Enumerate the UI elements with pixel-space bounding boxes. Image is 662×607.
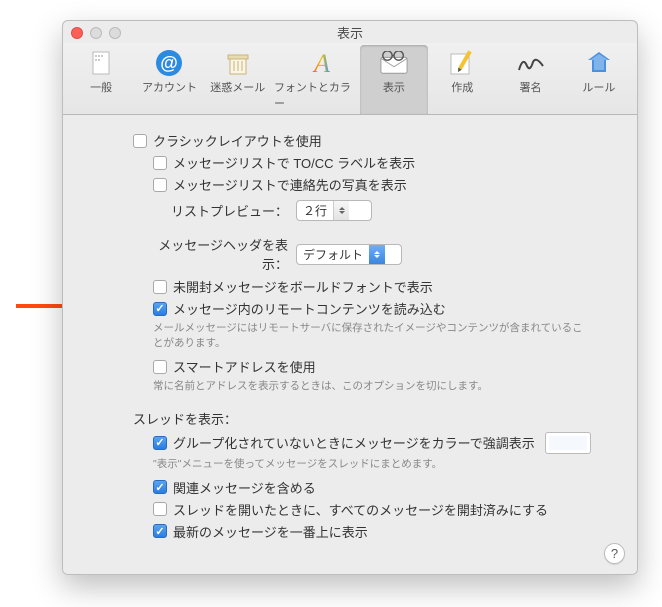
label: 最新のメッセージを一番上に表示: [173, 522, 368, 541]
viewing-icon: [380, 49, 408, 77]
compose-icon: [448, 49, 476, 77]
thread-header: スレッドを表示：: [133, 409, 237, 428]
tab-viewing[interactable]: 表示: [360, 45, 428, 114]
tab-accounts[interactable]: @ アカウント: [135, 45, 203, 114]
option-contact-photo: メッセージリストで連絡先の写真を表示: [153, 175, 617, 194]
help-icon: ?: [611, 546, 618, 561]
at-icon: @: [155, 49, 183, 77]
select-value: デフォルト: [303, 246, 363, 263]
tab-label: ルール: [582, 79, 615, 95]
label: メッセージリストで TO/CC ラベルを表示: [173, 153, 415, 172]
option-tocc-label: メッセージリストで TO/CC ラベルを表示: [153, 153, 617, 172]
tab-label: 表示: [383, 79, 405, 95]
svg-text:@: @: [161, 53, 179, 73]
chevron-updown-icon: [333, 201, 349, 220]
content-pane: クラシックレイアウトを使用 メッセージリストで TO/CC ラベルを表示 メッセ…: [63, 115, 637, 574]
option-thread-color: ✓ グループ化されていないときにメッセージをカラーで強調表示: [153, 432, 617, 454]
option-classic-layout: クラシックレイアウトを使用: [133, 131, 617, 150]
signature-icon: [517, 49, 545, 77]
label: メッセージ内のリモートコンテンツを読み込む: [173, 299, 446, 318]
toolbar: 一般 @ アカウント 迷惑メール A フォントとカラー 表示: [63, 43, 637, 115]
titlebar: 表示: [63, 21, 637, 43]
checkbox-thread-related[interactable]: ✓: [153, 480, 167, 494]
checkbox-classic-layout[interactable]: [133, 134, 147, 148]
header-label: メッセージヘッダを表示：: [133, 235, 288, 273]
checkbox-bold-unread[interactable]: [153, 280, 167, 294]
label: メッセージリストで連絡先の写真を表示: [173, 175, 407, 194]
tab-label: フォントとカラー: [274, 79, 358, 111]
thread-color-note: "表示"メニューを使ってメッセージをスレッドにまとめます。: [153, 457, 617, 472]
thread-color-swatch[interactable]: [545, 432, 591, 454]
tab-fonts-colors[interactable]: A フォントとカラー: [272, 45, 360, 114]
label: 関連メッセージを含める: [173, 478, 316, 497]
tab-label: アカウント: [142, 79, 197, 95]
trash-icon: [224, 49, 252, 77]
tab-signatures[interactable]: 署名: [496, 45, 564, 114]
general-icon: [87, 49, 115, 77]
remote-content-note: メールメッセージにはリモートサーバに保存されたイメージやコンテンツが含まれている…: [153, 321, 617, 351]
checkbox-contact-photo[interactable]: [153, 178, 167, 192]
tab-label: 迷惑メール: [210, 79, 265, 95]
option-thread-open-read: スレッドを開いたときに、すべてのメッセージを開封済みにする: [153, 500, 617, 519]
chevron-updown-icon: [369, 245, 385, 264]
checkbox-thread-open-read[interactable]: [153, 502, 167, 516]
label: グループ化されていないときにメッセージをカラーで強調表示: [173, 433, 535, 452]
label: 未開封メッセージをボールドフォントで表示: [173, 277, 433, 296]
smart-address-note: 常に名前とアドレスを表示するときは、このオプションを切にします。: [153, 379, 617, 394]
option-thread-related: ✓ 関連メッセージを含める: [153, 478, 617, 497]
checkbox-smart-address[interactable]: [153, 360, 167, 374]
preferences-window: 表示 一般 @ アカウント 迷惑メール A フォントとカラー: [62, 20, 638, 575]
tab-label: 作成: [451, 79, 473, 95]
checkbox-thread-color[interactable]: ✓: [153, 436, 167, 450]
tab-composing[interactable]: 作成: [428, 45, 496, 114]
option-thread-latest-top: ✓ 最新のメッセージを一番上に表示: [153, 522, 617, 541]
window-title: 表示: [63, 23, 637, 42]
help-button[interactable]: ?: [604, 543, 625, 564]
font-icon: A: [302, 49, 330, 77]
header-select[interactable]: デフォルト: [296, 244, 402, 265]
rules-icon: [585, 49, 613, 77]
label: クラシックレイアウトを使用: [153, 131, 322, 150]
label: スレッドを開いたときに、すべてのメッセージを開封済みにする: [173, 500, 548, 519]
label: スマートアドレスを使用: [173, 357, 316, 376]
list-preview-label: リストプレビュー：: [133, 201, 288, 220]
checkbox-tocc[interactable]: [153, 156, 167, 170]
tab-rules[interactable]: ルール: [565, 45, 633, 114]
option-remote-content: ✓ メッセージ内のリモートコンテンツを読み込む: [153, 299, 617, 318]
tab-label: 署名: [520, 79, 542, 95]
checkbox-remote-content[interactable]: ✓: [153, 302, 167, 316]
option-smart-address: スマートアドレスを使用: [153, 357, 617, 376]
checkbox-thread-latest-top[interactable]: ✓: [153, 524, 167, 538]
list-preview-select[interactable]: ２行: [296, 200, 372, 221]
svg-text:A: A: [312, 50, 330, 76]
option-bold-unread: 未開封メッセージをボールドフォントで表示: [153, 277, 617, 296]
tab-general[interactable]: 一般: [67, 45, 135, 114]
tab-label: 一般: [90, 79, 112, 95]
tab-junk[interactable]: 迷惑メール: [204, 45, 272, 114]
select-value: ２行: [303, 202, 327, 219]
